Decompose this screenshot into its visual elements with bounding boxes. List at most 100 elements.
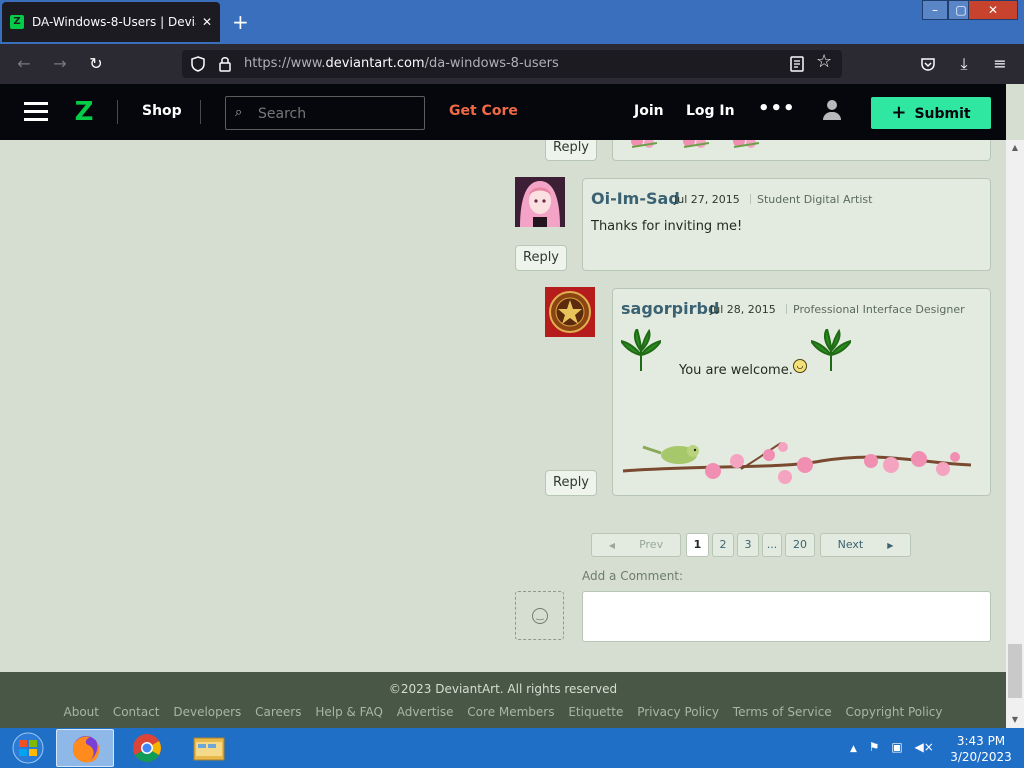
header-divider — [200, 100, 201, 124]
new-tab-button[interactable]: + — [232, 10, 249, 34]
lock-icon[interactable] — [218, 56, 232, 72]
leaf-emoticon — [621, 329, 661, 371]
leaf-emoticon — [811, 329, 851, 371]
taskbar-clock[interactable]: 3:43 PM 3/20/2023 — [950, 733, 1012, 765]
firefox-icon — [73, 736, 100, 763]
system-tray: ▲ ⚑ ▣ ◀× — [850, 740, 934, 754]
add-comment-label: Add a Comment: — [582, 569, 684, 583]
avatar-image — [515, 177, 565, 227]
comment-input[interactable] — [582, 591, 991, 642]
footer-link-about[interactable]: About — [64, 705, 99, 719]
clock-date: 3/20/2023 — [950, 750, 1012, 764]
show-hidden-icons-icon[interactable]: ▲ — [850, 744, 857, 754]
folder-icon — [193, 737, 225, 761]
volume-icon[interactable]: ◀× — [915, 740, 934, 754]
get-core-link[interactable]: Get Core — [449, 103, 518, 119]
forward-icon[interactable]: → — [48, 52, 72, 76]
comment-username[interactable]: sagorpirbd — [621, 299, 719, 318]
join-link[interactable]: Join — [634, 103, 664, 119]
address-bar[interactable]: https://www.deviantart.com/da-windows-8-… — [182, 50, 842, 78]
comment-box: sagorpirbd Jul 28, 2015 Professional Int… — [612, 288, 991, 496]
prev-page-button: ◀ Prev — [591, 533, 681, 557]
deviantart-favicon-icon: Z — [10, 15, 24, 29]
minimize-button[interactable]: – — [922, 0, 948, 20]
footer-link-developers[interactable]: Developers — [173, 705, 241, 719]
deviantart-logo-icon[interactable]: Z — [72, 98, 96, 126]
footer-links: About Contact Developers Careers Help & … — [0, 705, 1006, 719]
action-center-flag-icon[interactable]: ⚑ — [869, 740, 880, 754]
site-header: Z Shop ⌕ Get Core Join Log In ••• + Submi… — [0, 84, 1006, 140]
footer-link-contact[interactable]: Contact — [113, 705, 160, 719]
search-box[interactable]: ⌕ — [225, 96, 425, 130]
footer-link-help[interactable]: Help & FAQ — [315, 705, 383, 719]
footer-link-core-members[interactable]: Core Members — [467, 705, 554, 719]
site-footer: ©2023 DeviantArt. All rights reserved Ab… — [0, 672, 1006, 728]
reply-button[interactable]: Reply — [545, 140, 598, 161]
scroll-up-icon[interactable]: ▲ — [1006, 140, 1024, 156]
footer-link-etiquette[interactable]: Etiquette — [568, 705, 623, 719]
page-3[interactable]: 3 — [737, 533, 759, 557]
footer-link-copyright[interactable]: Copyright Policy — [846, 705, 943, 719]
close-tab-icon[interactable]: ✕ — [202, 15, 212, 29]
reader-icon[interactable] — [790, 56, 804, 72]
app-menu-icon[interactable]: ≡ — [988, 52, 1012, 76]
cherry-blossom-bird-decoration — [622, 442, 972, 484]
copyright-text: ©2023 DeviantArt. All rights reserved — [388, 682, 618, 696]
taskbar-file-explorer[interactable] — [180, 729, 238, 767]
login-link[interactable]: Log In — [686, 103, 735, 119]
window-close-button[interactable]: ✕ — [968, 0, 1018, 20]
submit-button[interactable]: + Submit — [871, 97, 991, 129]
comment-user-title: Student Digital Artist — [750, 193, 872, 206]
clock-time: 3:43 PM — [956, 734, 1006, 748]
taskbar-firefox[interactable] — [56, 729, 114, 767]
footer-link-careers[interactable]: Careers — [255, 705, 301, 719]
shield-icon[interactable] — [190, 56, 206, 72]
search-input[interactable] — [258, 104, 418, 124]
comment-text: Thanks for inviting me! — [591, 219, 743, 234]
next-label: Next — [837, 538, 864, 551]
back-icon[interactable]: ← — [12, 52, 36, 76]
header-divider — [117, 100, 118, 124]
scroll-down-icon[interactable]: ▼ — [1006, 712, 1024, 728]
download-icon[interactable]: ⤓ — [952, 52, 976, 76]
menu-icon[interactable] — [24, 102, 48, 122]
footer-link-terms[interactable]: Terms of Service — [733, 705, 832, 719]
pocket-icon[interactable] — [920, 56, 936, 72]
comment-text: You are welcome. — [679, 363, 793, 378]
more-options-icon[interactable]: ••• — [758, 98, 796, 119]
browser-navbar: ← → ↻ https://www.deviantart.com/da-wind… — [0, 44, 1024, 84]
comment-box: Oi-Im-Sad Jul 27, 2015 Student Digital A… — [582, 178, 991, 271]
taskbar-chrome[interactable] — [118, 729, 176, 767]
comment-date[interactable]: Jul 27, 2015 — [674, 193, 740, 206]
next-page-button[interactable]: Next ▶ — [820, 533, 911, 557]
url-text[interactable]: https://www.deviantart.com/da-windows-8-… — [244, 56, 559, 71]
reload-icon[interactable]: ↻ — [84, 52, 108, 76]
avatar[interactable] — [515, 177, 565, 227]
page-1[interactable]: 1 — [686, 533, 709, 557]
browser-tab[interactable]: Z DA-Windows-8-Users | Deviant ✕ — [2, 2, 220, 42]
plus-icon: + — [891, 102, 907, 123]
shop-link[interactable]: Shop — [142, 103, 182, 119]
avatar-image — [545, 287, 595, 337]
avatar[interactable] — [545, 287, 595, 337]
footer-link-advertise[interactable]: Advertise — [397, 705, 454, 719]
windows-start-icon[interactable] — [8, 732, 48, 764]
page-2[interactable]: 2 — [712, 533, 734, 557]
page-20[interactable]: 20 — [785, 533, 815, 557]
chevron-right-icon: ▶ — [887, 541, 894, 550]
comment-username[interactable]: Oi-Im-Sad — [591, 189, 680, 208]
prev-label: Prev — [639, 538, 664, 551]
star-icon[interactable]: ☆ — [816, 51, 832, 72]
user-icon[interactable] — [822, 100, 842, 122]
scroll-thumb[interactable] — [1008, 644, 1022, 698]
page-scrollbar[interactable]: ▲ ▼ — [1006, 140, 1024, 728]
footer-link-privacy[interactable]: Privacy Policy — [637, 705, 719, 719]
network-icon[interactable]: ▣ — [891, 740, 902, 754]
comment-date[interactable]: Jul 28, 2015 — [710, 303, 776, 316]
chevron-left-icon: ◀ — [608, 541, 616, 550]
url-domain: deviantart.com — [325, 56, 425, 71]
smile-emoticon-icon: ◡ — [793, 359, 807, 373]
reply-button[interactable]: Reply — [545, 470, 598, 496]
reply-button[interactable]: Reply — [515, 245, 568, 271]
comment-user-title: Professional Interface Designer — [786, 303, 965, 316]
